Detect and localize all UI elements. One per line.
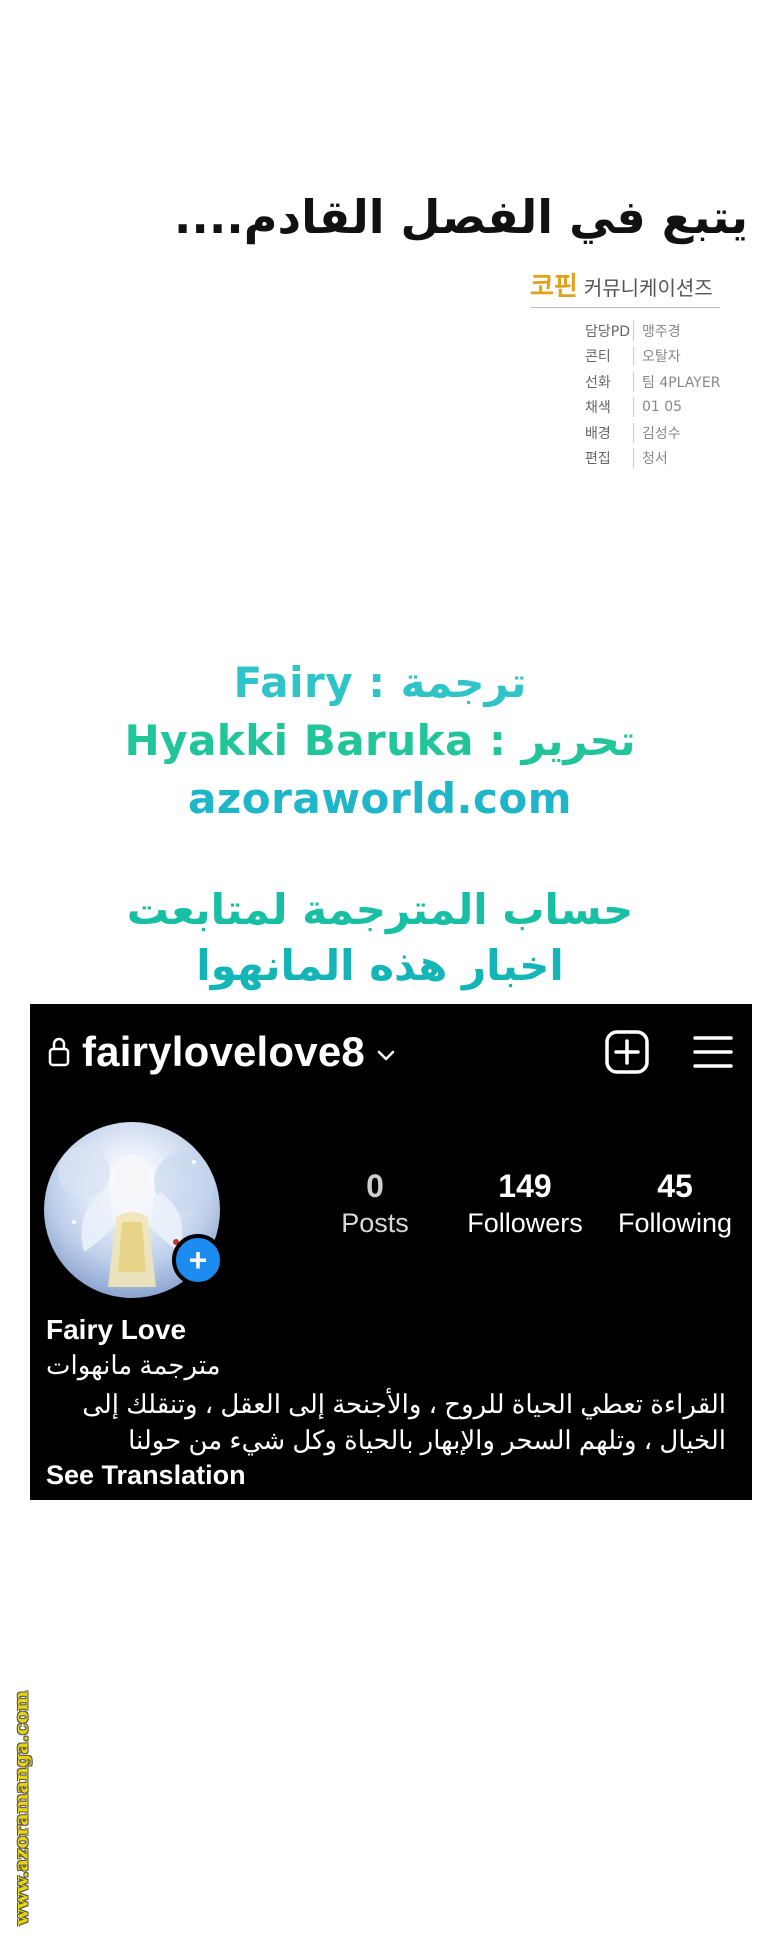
credit-row: 배경 김성수 xyxy=(585,420,760,446)
credit-role: 선화 xyxy=(585,371,634,392)
credit-person: 청서 xyxy=(642,451,668,468)
follow-line-2: اخبار هذه المانهوا xyxy=(196,941,564,990)
stat-value: 0 xyxy=(366,1168,384,1204)
credit-role: 콘티 xyxy=(585,346,634,367)
site-watermark: www.azoramanga.com xyxy=(8,1686,34,1930)
credit-row: 채색 01 05 xyxy=(585,395,760,421)
stat-value: 149 xyxy=(498,1168,552,1204)
instagram-profile-card: fairylovelove8 + 0 Posts 149 Followers 4… xyxy=(30,1004,752,1500)
stat-label: Following xyxy=(617,1208,733,1238)
credit-person: 김성수 xyxy=(642,425,681,442)
display-name: Fairy Love xyxy=(46,1314,187,1345)
credit-row: 담당PD 맹주경 xyxy=(585,318,760,344)
credit-role: 채색 xyxy=(585,397,634,418)
team-credits: Fairy : ترجمة Hyakki Baruka : تحرير azor… xyxy=(0,654,760,828)
credit-person: 팀 4PLAYER xyxy=(642,374,721,391)
credit-list: 담당PD 맹주경 콘티 오탈자 선화 팀 4PLAYER 채색 01 05 배경 김성수 … xyxy=(530,318,760,471)
credit-role: 편집 xyxy=(585,448,634,469)
stat-label: Followers xyxy=(467,1208,583,1238)
lock-icon xyxy=(48,1037,70,1067)
stat-label: Posts xyxy=(341,1208,409,1238)
credit-row: 편집 청서 xyxy=(585,446,760,472)
follow-note: حساب المترجمة لمتابعت اخبار هذه المانهوا xyxy=(0,882,760,994)
translator-credit: Fairy : ترجمة xyxy=(233,658,527,707)
korean-credits: 코핀 커뮤니케이션즈 담당PD 맹주경 콘티 오탈자 선화 팀 4PLAYER 채색 0… xyxy=(530,266,760,471)
header-actions xyxy=(604,1029,736,1075)
profile-username[interactable]: fairylovelove8 xyxy=(82,1028,365,1076)
new-post-icon[interactable] xyxy=(604,1029,650,1075)
stat-following[interactable]: 45 Following xyxy=(600,1168,750,1239)
credit-role: 담당PD xyxy=(585,320,634,341)
editor-credit: Hyakki Baruka : تحرير xyxy=(124,716,636,765)
see-translation-link[interactable]: See Translation xyxy=(46,1460,736,1491)
watermark-text: www.azoramanga.com xyxy=(10,1690,32,1926)
chevron-down-icon[interactable] xyxy=(375,1044,397,1066)
profile-category: مترجمة مانهوات xyxy=(46,1350,221,1380)
avatar-wrapper[interactable]: + xyxy=(44,1122,224,1298)
follow-line-1: حساب المترجمة لمتابعت xyxy=(126,885,634,934)
credit-person: 맹주경 xyxy=(642,323,681,340)
credit-row: 콘티 오탈자 xyxy=(585,344,760,370)
profile-stats: 0 Posts 149 Followers 45 Following xyxy=(300,1168,750,1239)
stat-posts[interactable]: 0 Posts xyxy=(300,1168,450,1239)
profile-bio: Fairy Love مترجمة مانهوات القراءة تعطي ا… xyxy=(46,1314,736,1491)
credit-row: 선화 팀 4PLAYER xyxy=(585,369,760,395)
menu-icon[interactable] xyxy=(690,1029,736,1075)
stat-followers[interactable]: 149 Followers xyxy=(450,1168,600,1239)
site-link[interactable]: azoraworld.com xyxy=(0,770,760,828)
credit-role: 배경 xyxy=(585,422,634,443)
add-story-button[interactable]: + xyxy=(172,1234,224,1286)
bio-line: القراءة تعطي الحياة للروح ، والأجنحة إلى… xyxy=(82,1389,726,1419)
publisher-brand: 코핀 xyxy=(530,272,578,302)
profile-header: fairylovelove8 xyxy=(46,1022,736,1082)
to-be-continued-text: يتبع في الفصل القادم.... xyxy=(173,190,748,244)
bio-line: الخيال ، وتلهم السحر والإبهار بالحياة وك… xyxy=(128,1425,726,1455)
page: يتبع في الفصل القادم.... 코핀 커뮤니케이션즈 담당PD… xyxy=(0,0,760,1936)
credit-person: 01 05 xyxy=(642,399,683,416)
bio-text: القراءة تعطي الحياة للروح ، والأجنحة إلى… xyxy=(46,1386,726,1458)
publisher-name: 커뮤니케이션즈 xyxy=(583,276,713,300)
publisher-logo: 코핀 커뮤니케이션즈 xyxy=(530,266,720,308)
credit-person: 오탈자 xyxy=(642,349,681,366)
stat-value: 45 xyxy=(657,1168,693,1204)
